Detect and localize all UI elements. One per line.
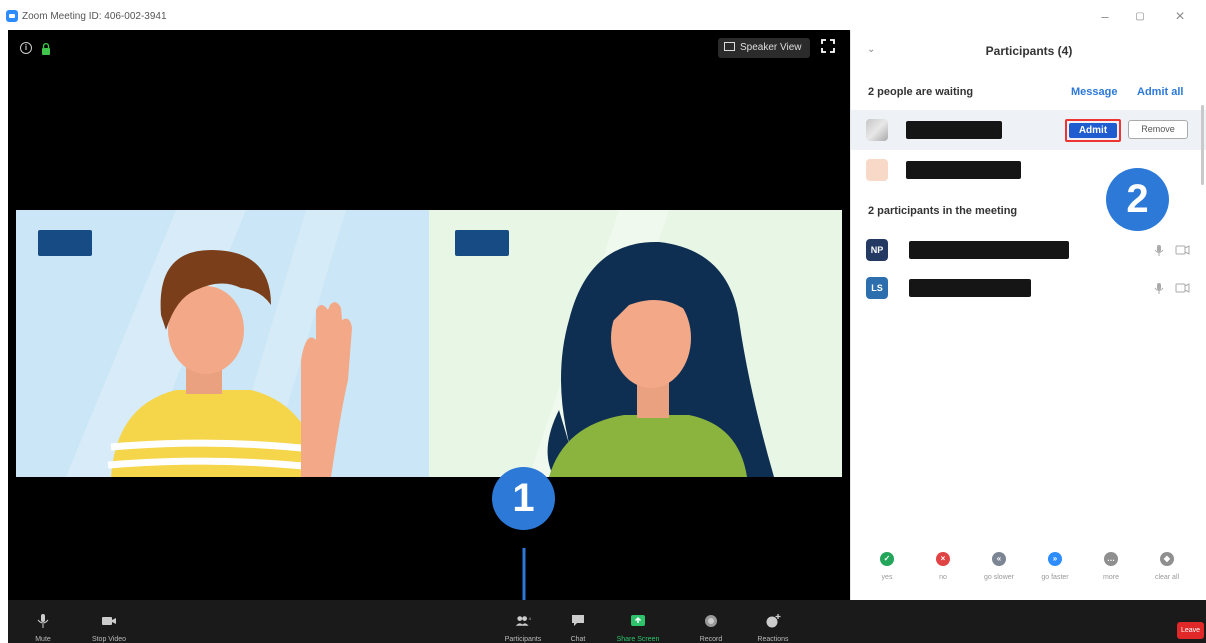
no-icon: ×	[936, 552, 950, 566]
fullscreen-icon[interactable]	[821, 39, 835, 53]
redacted-name	[909, 241, 1069, 259]
participants-icon: 4	[515, 616, 532, 626]
participants-panel: ⌄ Participants (4) 2 people are waiting …	[850, 30, 1206, 600]
panel-header: ⌄ Participants (4)	[851, 30, 1206, 74]
message-link[interactable]: Message	[1071, 86, 1117, 98]
step-marker-1: 1	[492, 467, 555, 530]
reaction-more[interactable]: … more	[1083, 552, 1139, 581]
mute-label: Mute	[35, 636, 51, 643]
reaction-label: no	[939, 574, 947, 581]
mute-button[interactable]: Mute	[8, 602, 78, 643]
redacted-name	[906, 121, 1002, 139]
encryption-lock-icon[interactable]	[41, 43, 51, 55]
microphone-icon	[37, 614, 49, 628]
reactions-icon	[766, 614, 781, 628]
record-button[interactable]: Record	[676, 602, 746, 643]
mic-camera-icons[interactable]	[1151, 282, 1191, 294]
clear-all-icon: ◆	[1160, 552, 1174, 566]
reactions-button[interactable]: Reactions	[738, 602, 808, 643]
share-screen-label: Share Screen	[616, 636, 660, 643]
go-faster-icon: »	[1048, 552, 1062, 566]
meeting-toolbar: Mute Stop Video 4 Participants Chat Shar…	[8, 600, 1206, 643]
redacted-name	[909, 279, 1031, 297]
record-label: Record	[699, 636, 723, 643]
video-tile-woman[interactable]	[429, 210, 842, 477]
share-screen-icon	[631, 615, 645, 626]
video-tile-man[interactable]	[16, 210, 429, 477]
admit-all-link[interactable]: Admit all	[1137, 86, 1183, 98]
remove-button[interactable]: Remove	[1128, 120, 1188, 139]
reaction-label: go faster	[1041, 574, 1069, 581]
avatar	[866, 119, 888, 141]
title-bar: Zoom Meeting ID: 406-002-3941 – ▢ ×	[0, 0, 1206, 34]
avatar	[866, 159, 888, 181]
reaction-no[interactable]: × no	[915, 552, 971, 581]
leave-button[interactable]: Leave	[1177, 622, 1204, 639]
reaction-clear-all[interactable]: ◆ clear all	[1139, 552, 1195, 581]
reaction-label: clear all	[1154, 574, 1180, 581]
redacted-name	[906, 161, 1021, 179]
speaker-view-icon	[724, 42, 735, 51]
mic-camera-icons[interactable]	[1151, 244, 1191, 256]
stop-video-label: Stop Video	[91, 636, 127, 643]
panel-title: Participants (4)	[985, 44, 1073, 58]
avatar: LS	[866, 277, 888, 299]
speaker-view-label: Speaker View	[740, 42, 802, 53]
participant-count-badge: 4	[529, 616, 531, 621]
reaction-yes[interactable]: ✓ yes	[859, 552, 915, 581]
nonverbal-feedback-bar: ✓ yes × no « go slower » go faster … mor…	[851, 552, 1206, 600]
speaker-view-button[interactable]: Speaker View	[718, 38, 810, 58]
zoom-app-icon	[6, 10, 18, 22]
yes-icon: ✓	[880, 552, 894, 566]
waiting-room-header: 2 people are waiting	[868, 86, 974, 98]
chat-icon	[572, 615, 584, 626]
admit-button[interactable]: Admit	[1065, 119, 1121, 142]
reaction-go-slower[interactable]: « go slower	[971, 552, 1027, 581]
stop-video-button[interactable]: Stop Video	[74, 602, 144, 643]
record-icon	[705, 615, 717, 627]
reactions-label: Reactions	[757, 636, 789, 643]
window-title: Zoom Meeting ID: 406-002-3941	[22, 11, 167, 22]
in-meeting-header: 2 participants in the meeting	[868, 205, 1018, 217]
reaction-label: more	[1103, 574, 1119, 581]
more-icon: …	[1104, 552, 1118, 566]
reaction-label: yes	[881, 574, 893, 581]
restore-button[interactable]: ▢	[1125, 8, 1155, 26]
video-camera-icon	[102, 617, 116, 625]
video-stage: i Speaker View 1	[8, 30, 850, 625]
step-marker-2: 2	[1106, 168, 1169, 231]
panel-scrollbar[interactable]	[1201, 105, 1204, 185]
admit-label: Admit	[1069, 123, 1117, 138]
go-slower-icon: «	[992, 552, 1006, 566]
participant-row[interactable]: LS	[851, 268, 1206, 308]
reaction-label: go slower	[984, 574, 1014, 581]
minimize-button[interactable]: –	[1090, 8, 1120, 26]
meeting-info-icon[interactable]: i	[20, 42, 32, 54]
woman-illustration	[529, 210, 774, 477]
close-button[interactable]: ×	[1165, 8, 1195, 26]
reaction-go-faster[interactable]: » go faster	[1027, 552, 1083, 581]
avatar: NP	[866, 239, 888, 261]
man-waving-illustration	[66, 210, 352, 477]
participant-row[interactable]: NP	[851, 230, 1206, 270]
share-screen-button[interactable]: Share Screen	[603, 602, 673, 643]
